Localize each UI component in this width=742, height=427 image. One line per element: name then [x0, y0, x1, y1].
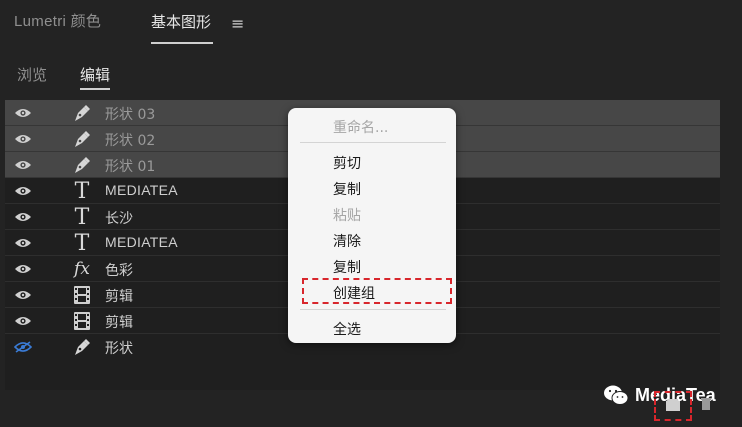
- tab-browse[interactable]: 浏览: [17, 64, 47, 90]
- layer-label: 形状 03: [105, 107, 156, 123]
- eye-icon[interactable]: [14, 184, 32, 198]
- menu-item-duplicate[interactable]: 复制: [333, 257, 361, 277]
- layer-label: MEDIATEA: [105, 182, 178, 198]
- trash-icon[interactable]: [700, 396, 712, 410]
- hamburger-menu-icon[interactable]: ≡: [231, 14, 244, 33]
- text-icon: T: [74, 178, 90, 204]
- film-clip-icon: [71, 284, 93, 306]
- layer-label: 剪辑: [105, 315, 133, 331]
- layer-label: 剪辑: [105, 289, 133, 305]
- eye-icon[interactable]: [14, 132, 32, 146]
- menu-item-rename[interactable]: 重命名...: [333, 117, 388, 137]
- wechat-icon: [604, 385, 629, 405]
- tab-edit[interactable]: 编辑: [80, 64, 111, 90]
- menu-item-paste[interactable]: 粘贴: [333, 205, 361, 225]
- layer-label: 色彩: [105, 263, 133, 279]
- layer-label: 形状 02: [105, 133, 156, 149]
- text-icon: T: [74, 230, 90, 256]
- pen-icon: [71, 128, 93, 150]
- eye-icon[interactable]: [14, 210, 32, 224]
- layer-label: MEDIATEA: [105, 234, 178, 250]
- eye-icon[interactable]: [14, 262, 32, 276]
- panel-tab-bar: Lumetri 颜色 基本图形 ≡: [0, 0, 742, 48]
- tab-lumetri-color[interactable]: Lumetri 颜色: [14, 12, 101, 44]
- eye-icon[interactable]: [14, 314, 32, 328]
- fx-icon: fx: [74, 259, 90, 279]
- tab-essential-graphics[interactable]: 基本图形: [151, 12, 214, 44]
- sub-tab-bar: 浏览 编辑: [0, 58, 742, 90]
- film-clip-icon: [71, 310, 93, 332]
- eye-icon[interactable]: [14, 158, 32, 172]
- layer-label: 形状 01: [105, 159, 156, 175]
- eye-icon[interactable]: [14, 236, 32, 250]
- menu-item-select-all[interactable]: 全选: [333, 319, 361, 339]
- new-layer-icon[interactable]: [664, 398, 682, 412]
- layer-label: 形状: [105, 341, 133, 357]
- pen-icon: [71, 102, 93, 124]
- text-icon: T: [74, 204, 90, 230]
- eye-hidden-icon[interactable]: [14, 340, 32, 354]
- menu-separator: [300, 142, 446, 143]
- menu-item-cut[interactable]: 剪切: [333, 153, 361, 173]
- eye-icon[interactable]: [14, 288, 32, 302]
- context-menu: 重命名... 剪切 复制 粘贴 清除 复制 创建组 全选: [288, 108, 456, 343]
- pen-icon: [71, 154, 93, 176]
- pen-icon: [71, 336, 93, 358]
- layer-label: 长沙: [105, 211, 133, 227]
- menu-item-clear[interactable]: 清除: [333, 231, 361, 251]
- menu-item-copy[interactable]: 复制: [333, 179, 361, 199]
- menu-separator: [300, 309, 446, 310]
- create-group-highlight: [302, 278, 452, 304]
- eye-icon[interactable]: [14, 106, 32, 120]
